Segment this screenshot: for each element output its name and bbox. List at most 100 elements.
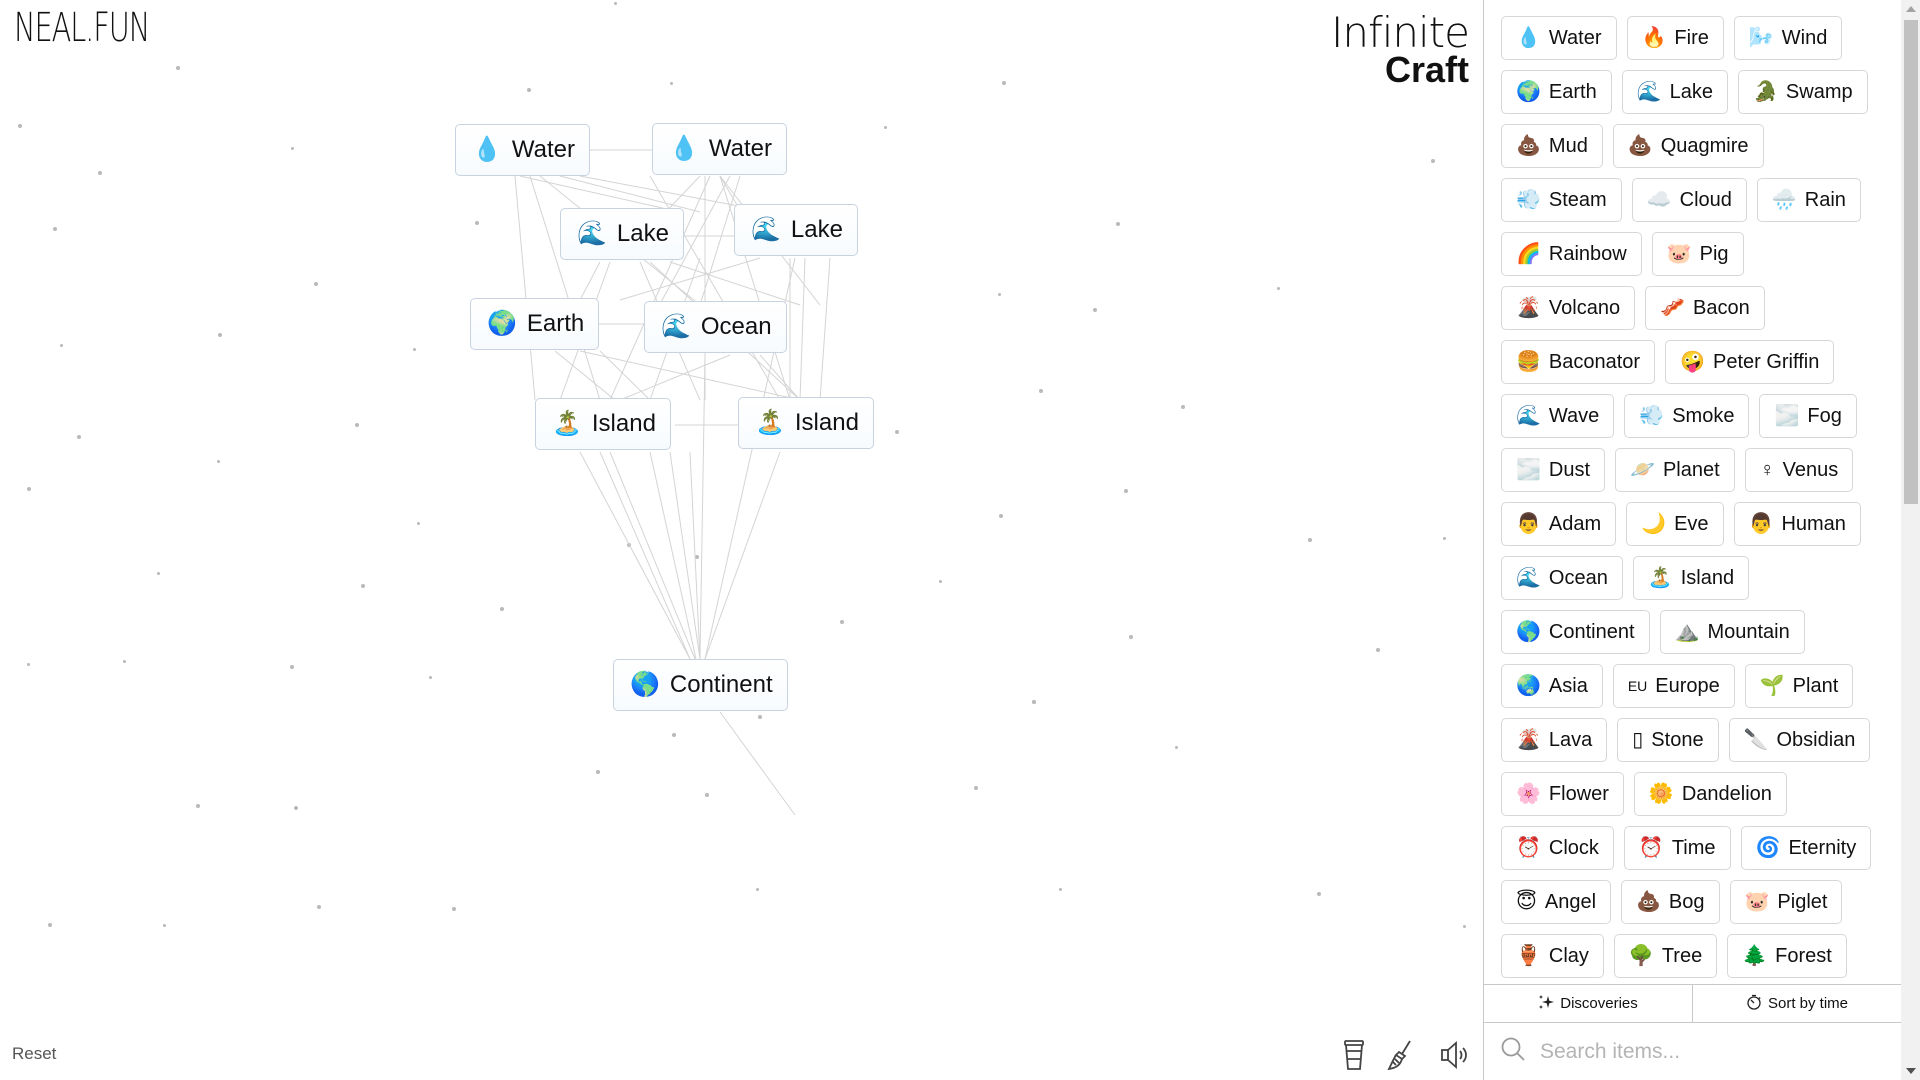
particle [1181, 405, 1185, 409]
canvas-instance[interactable]: 🌊 Lake [560, 208, 684, 260]
item-label: Steam [1548, 188, 1607, 211]
sidebar-item[interactable]: 🐊 Swamp [1738, 70, 1868, 114]
sidebar-item[interactable]: 💨 Steam [1501, 178, 1622, 222]
sidebar-item[interactable]: 🌊 Wave [1501, 394, 1615, 438]
sidebar-item[interactable]: 🔪 Obsidian [1728, 718, 1871, 762]
sidebar-item[interactable]: 🌸 Flower [1501, 772, 1624, 816]
particle [1116, 222, 1120, 226]
canvas-instance[interactable]: 🌊 Ocean [644, 301, 787, 353]
sidebar-item[interactable]: 🌧️ Rain [1756, 178, 1861, 222]
sidebar-item[interactable]: 😇 Angel [1501, 880, 1612, 924]
sidebar-item[interactable]: 🌈 Rainbow [1501, 232, 1642, 276]
sidebar-item[interactable]: ▯ Stone [1617, 718, 1719, 762]
particle [1093, 308, 1097, 312]
sidebar-item[interactable]: ♀ Venus [1744, 448, 1854, 492]
item-emoji-icon: 🌼 [1648, 783, 1674, 805]
sidebar-item[interactable]: 💩 Quagmire [1612, 124, 1764, 168]
sidebar-item[interactable]: ☁️ Cloud [1631, 178, 1747, 222]
item-label: Forest [1775, 944, 1832, 967]
sidebar-item[interactable]: 💩 Mud [1501, 124, 1603, 168]
sidebar-item[interactable]: ⛰️ Mountain [1659, 610, 1805, 654]
item-label: Planet [1662, 458, 1720, 481]
connection-line [514, 175, 536, 401]
search-input[interactable] [1540, 1039, 1880, 1064]
sidebar-item[interactable]: 🌊 Ocean [1501, 556, 1623, 600]
sidebar-item[interactable]: 🌋 Volcano [1501, 286, 1636, 330]
sidebar-item[interactable]: 🌲 Forest [1727, 934, 1847, 978]
sidebar-item[interactable]: 👨 Adam [1501, 502, 1617, 546]
sidebar-item[interactable]: 🌍 Earth [1501, 70, 1612, 114]
sidebar-item[interactable]: 🤪 Peter Griffin [1665, 340, 1835, 384]
sidebar-item[interactable]: 🌫️ Fog [1759, 394, 1857, 438]
scroll-thumb[interactable] [1904, 20, 1918, 504]
item-label: Lake [1669, 80, 1713, 103]
sidebar-item[interactable]: 🌀 Eternity [1740, 826, 1872, 870]
item-emoji-icon: 🔪 [1743, 729, 1769, 751]
sidebar-item[interactable]: 🍔 Baconator [1501, 340, 1656, 384]
particle [314, 282, 318, 286]
sidebar-item[interactable]: 🌬️ Wind [1733, 16, 1843, 60]
sidebar-item[interactable]: 🌼 Dandelion [1633, 772, 1787, 816]
sidebar-item[interactable]: 🐷 Piglet [1729, 880, 1843, 924]
item-label: Time [1671, 836, 1716, 859]
sidebar-item[interactable]: 👨 Human [1733, 502, 1861, 546]
item-emoji-icon: 🌈 [1516, 243, 1541, 265]
sidebar-item[interactable]: 🌙 Eve [1626, 502, 1724, 546]
scroll-down-arrow[interactable] [1901, 1062, 1920, 1080]
discoveries-button[interactable]: Discoveries [1484, 985, 1692, 1022]
donate-coffee-icon[interactable] [1339, 1038, 1369, 1072]
sidebar-item[interactable]: 💧 Water [1501, 16, 1617, 60]
instance-label: Lake [616, 220, 669, 247]
canvas-instance[interactable]: 🌎 Continent [613, 659, 788, 711]
sidebar-item[interactable]: 💨 Smoke [1624, 394, 1750, 438]
particle [176, 66, 180, 70]
item-label: Swamp [1785, 80, 1853, 103]
item-label: Earth [1548, 80, 1597, 103]
discoveries-label: Discoveries [1560, 995, 1638, 1012]
sidebar-item[interactable]: ⏰ Clock [1501, 826, 1614, 870]
sidebar-item[interactable]: 🌱 Plant [1744, 664, 1854, 708]
sidebar-item[interactable]: 🥓 Bacon [1645, 286, 1765, 330]
sidebar-item[interactable]: 🌊 Lake [1621, 70, 1728, 114]
item-emoji-icon: 🐊 [1753, 81, 1778, 103]
particle [627, 543, 631, 547]
canvas-instance[interactable]: 🌍 Earth [470, 298, 600, 350]
sidebar-item[interactable]: 🌫️ Dust [1501, 448, 1606, 492]
search-icon [1500, 1036, 1526, 1067]
particle [999, 514, 1003, 518]
canvas-instance[interactable]: 🏝️ Island [738, 397, 874, 449]
broom-clear-icon[interactable] [1386, 1038, 1416, 1072]
item-emoji-icon: 💩 [1516, 135, 1541, 157]
canvas-instance[interactable]: 🏝️ Island [535, 398, 671, 450]
item-emoji-icon: 🌫️ [1774, 405, 1800, 427]
canvas-instance[interactable]: 💧 Water [652, 123, 788, 175]
neal-fun-logo[interactable]: NEAL.FUN [14, 8, 150, 48]
reset-button[interactable]: Reset [12, 1044, 56, 1064]
sidebar-item[interactable]: 🌳 Tree [1613, 934, 1718, 978]
sidebar-item[interactable]: 🏝️ Island [1632, 556, 1750, 600]
canvas-instance[interactable]: 🌊 Lake [734, 204, 858, 256]
sidebar-item[interactable]: 💩 Bog [1621, 880, 1720, 924]
sort-by-time-button[interactable]: Sort by time [1692, 985, 1901, 1022]
canvas-instance[interactable]: 💧 Water [455, 124, 591, 176]
sidebar-item[interactable]: ⏰ Time [1623, 826, 1731, 870]
item-label: Eve [1674, 512, 1709, 535]
sidebar-item[interactable]: 🏺 Clay [1501, 934, 1604, 978]
sound-speaker-icon[interactable] [1439, 1038, 1469, 1072]
connection-line [669, 451, 701, 660]
sidebar-item[interactable]: 🌎 Continent [1501, 610, 1650, 654]
item-label: Clay [1548, 944, 1589, 967]
sidebar-item[interactable]: 🐷 Pig [1651, 232, 1744, 276]
particle [157, 572, 160, 575]
sidebar-item[interactable]: 🌋 Lava [1501, 718, 1608, 762]
sidebar-item[interactable]: EU Europe [1612, 664, 1735, 708]
sidebar-item[interactable]: 🔥 Fire [1626, 16, 1724, 60]
crafting-canvas[interactable]: NEAL.FUN Infinite Craft 💧 Water 💧 Water … [0, 0, 1483, 1080]
wave-icon: 🌊 [661, 313, 691, 340]
sidebar-item[interactable]: 🌏 Asia [1501, 664, 1603, 708]
sidebar-item[interactable]: 🪐 Planet [1615, 448, 1735, 492]
sidebar-scrollbar[interactable] [1901, 0, 1920, 1080]
item-emoji-icon: 🏺 [1516, 945, 1541, 967]
scroll-up-arrow[interactable] [1901, 0, 1920, 18]
globe-africa-icon: 🌍 [487, 310, 517, 337]
